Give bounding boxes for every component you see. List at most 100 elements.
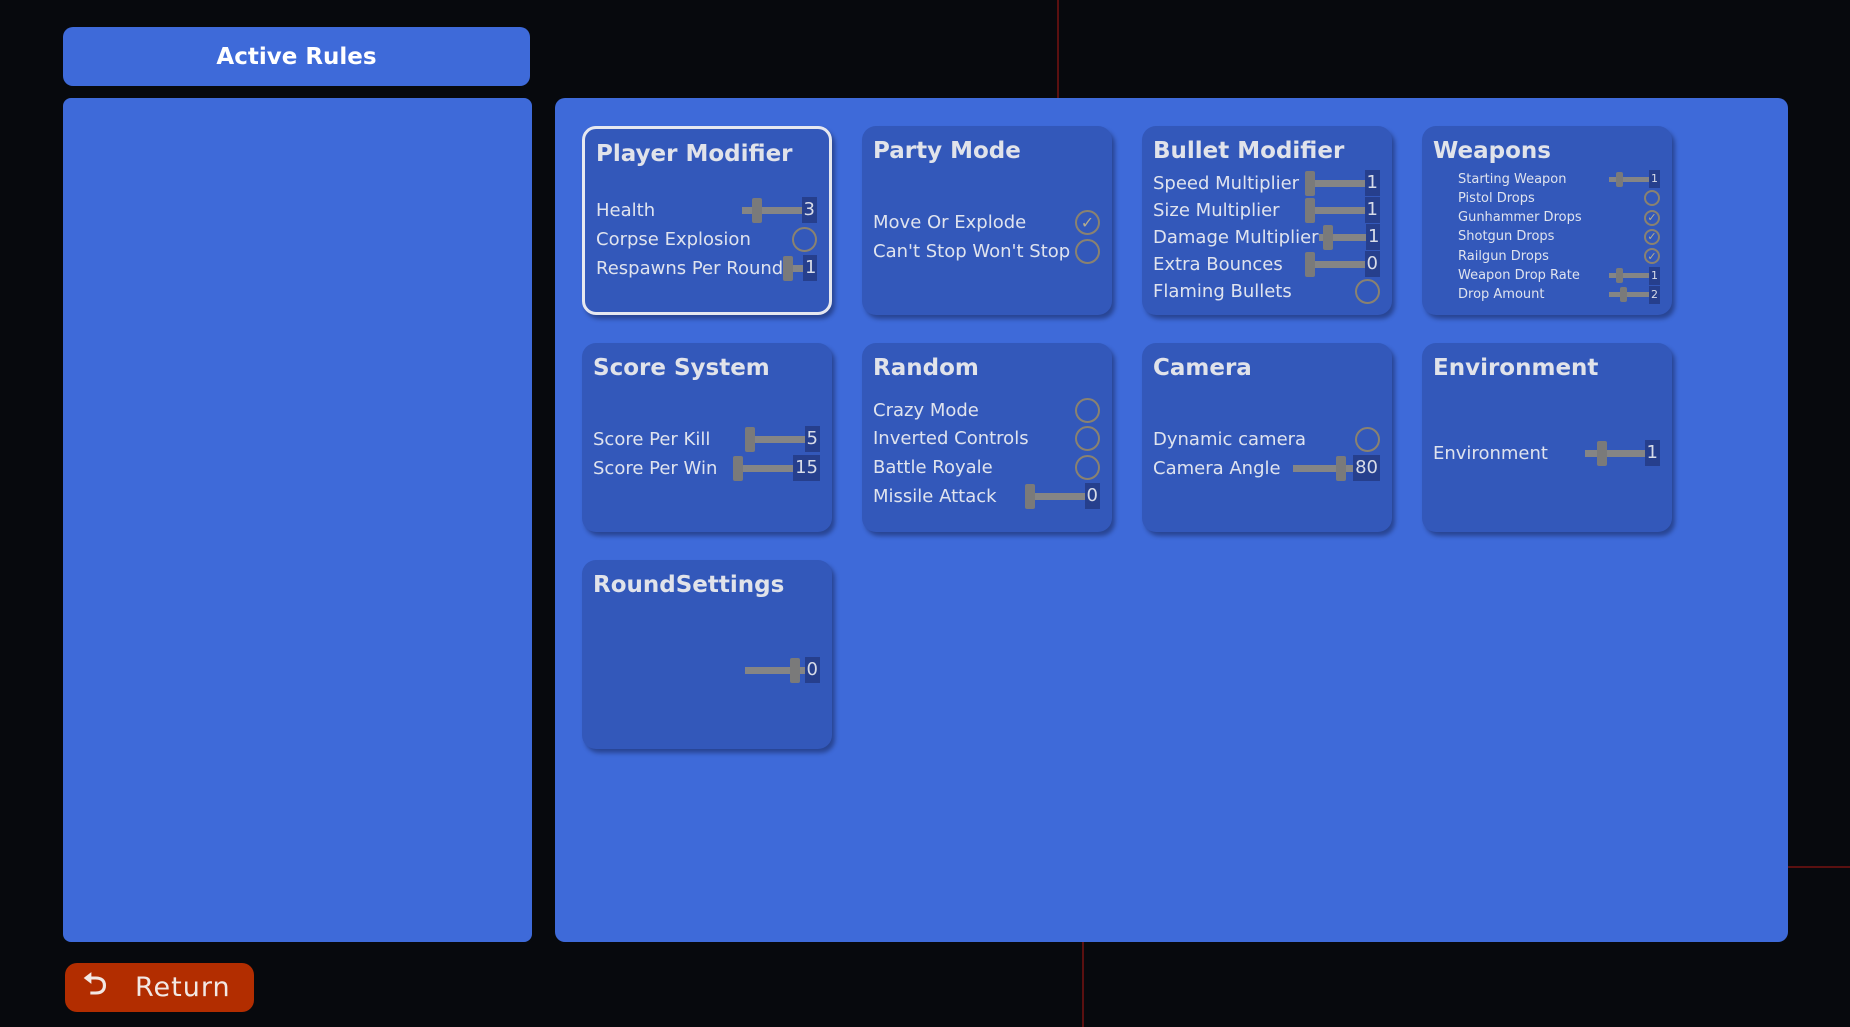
slider-value: 3 (801, 197, 817, 223)
rule-row-score-per-win: Score Per Win 15 (593, 455, 820, 481)
rule-label: Score Per Kill (593, 428, 711, 450)
rule-row-score-per-kill: Score Per Kill 5 (593, 426, 820, 452)
rule-card-score-system[interactable]: Score System Score Per Kill 5 Score Per Win… (582, 343, 832, 532)
rule-label: Respawns Per Round (596, 257, 784, 279)
value-slider[interactable] (783, 255, 803, 281)
value-slider[interactable] (1304, 170, 1365, 196)
slider-value: 1 (803, 255, 817, 281)
rule-label: Dynamic camera (1153, 428, 1307, 450)
rule-label: Weapon Drop Rate (1458, 268, 1580, 283)
slider-handle[interactable] (1597, 440, 1608, 466)
rule-card-party-mode[interactable]: Party Mode Move Or Explode ✓ Can't Stop Won… (862, 126, 1112, 315)
slider-handle[interactable] (1620, 287, 1628, 303)
rule-row-flaming-bullets: Flaming Bullets (1153, 278, 1380, 304)
rule-card-bullet-modifier[interactable]: Bullet Modifier Speed Multiplier 1 Size Mul… (1142, 126, 1392, 315)
rule-label: Size Multiplier (1153, 199, 1280, 221)
slider-value: 80 (1353, 455, 1380, 481)
rule-label: Environment (1433, 442, 1548, 464)
slider-value: 0 (804, 657, 820, 683)
value-slider[interactable] (1293, 455, 1354, 481)
value-slider[interactable] (1609, 171, 1649, 187)
rule-label: Can't Stop Won't Stop (873, 240, 1071, 262)
slider-value: 1 (1364, 170, 1380, 196)
rule-label: Camera Angle (1153, 457, 1281, 479)
rule-row-speed-multiplier: Speed Multiplier 1 (1153, 170, 1380, 196)
rule-label: Damage Multiplier (1153, 226, 1319, 248)
slider-value: 0 (1364, 251, 1380, 277)
slider-handle[interactable] (1336, 455, 1347, 481)
slider-handle[interactable] (744, 426, 755, 452)
rule-row-extra-bounces: Extra Bounces 0 (1153, 251, 1380, 277)
value-slider[interactable] (1318, 224, 1366, 250)
slider-handle[interactable] (790, 657, 801, 683)
value-slider[interactable] (1609, 268, 1649, 283)
rule-label: Flaming Bullets (1153, 280, 1292, 302)
checkmark-icon: ✓ (1647, 249, 1657, 263)
card-title: Bullet Modifier (1153, 138, 1345, 164)
rule-label: Battle Royale (873, 456, 993, 478)
rule-row-move-or-explode: Move Or Explode ✓ (873, 209, 1100, 235)
value-slider[interactable] (1609, 287, 1649, 303)
slider-value: 1 (1644, 440, 1660, 466)
value-slider[interactable] (744, 426, 805, 452)
rule-label: Crazy Mode (873, 399, 979, 421)
rule-card-roundsettings[interactable]: RoundSettings 0 (582, 560, 832, 749)
slider-handle[interactable] (1024, 483, 1035, 509)
value-slider[interactable] (1024, 483, 1085, 509)
checked-toggle[interactable]: ✓ (1075, 209, 1100, 235)
rule-label: Missile Attack (873, 485, 997, 507)
slider-value: 1 (1364, 197, 1380, 223)
rule-label: Speed Multiplier (1153, 172, 1300, 194)
card-title: Weapons (1433, 138, 1551, 164)
value-slider[interactable] (741, 197, 802, 223)
slider-handle[interactable] (733, 455, 744, 481)
rule-card-player-modifier[interactable]: Player Modifier Health 3 Corpse Explosion Re… (582, 126, 832, 315)
value-slider[interactable] (744, 657, 805, 683)
slider-value: 0 (1084, 483, 1100, 510)
unchecked-toggle[interactable] (1075, 454, 1100, 480)
rule-row-corpse-explosion: Corpse Explosion (596, 226, 817, 252)
card-title: Random (873, 355, 979, 381)
value-slider[interactable] (1304, 197, 1365, 223)
value-slider[interactable] (1584, 440, 1645, 466)
slider-handle[interactable] (1304, 251, 1315, 277)
return-button[interactable]: ⮌ Return (65, 963, 254, 1012)
unchecked-toggle[interactable] (1355, 426, 1380, 452)
rule-label: Railgun Drops (1458, 248, 1549, 264)
rule-label: Drop Amount (1458, 287, 1545, 303)
slider-handle[interactable] (751, 197, 762, 223)
unchecked-toggle[interactable] (1075, 397, 1100, 423)
rule-card-camera[interactable]: Camera Dynamic camera Camera Angle 80 (1142, 343, 1392, 532)
rule-row-battle-royale: Battle Royale (873, 454, 1100, 480)
rule-card-random[interactable]: Random Crazy Mode Inverted Controls Battle … (862, 343, 1112, 532)
rule-card-environment[interactable]: Environment Environment 1 (1422, 343, 1672, 532)
background-line (1057, 0, 1059, 98)
active-rules-header: Active Rules (63, 27, 530, 86)
slider-handle[interactable] (1615, 268, 1623, 283)
card-title: RoundSettings (593, 572, 785, 598)
rule-row-size-multiplier: Size Multiplier 1 (1153, 197, 1380, 223)
slider-handle[interactable] (783, 255, 794, 281)
rule-row-crazy-mode: Crazy Mode (873, 397, 1100, 423)
rule-label: Extra Bounces (1153, 253, 1283, 275)
rule-row-damage-multiplier: Damage Multiplier 1 (1153, 224, 1380, 250)
rule-row-environment: Environment 1 (1433, 440, 1660, 466)
unchecked-toggle[interactable] (1075, 426, 1100, 452)
background-line (1082, 942, 1084, 1027)
rule-label: Starting Weapon (1458, 171, 1567, 187)
background-line (1788, 866, 1850, 868)
unchecked-toggle[interactable] (792, 226, 817, 252)
rule-row-health: Health 3 (596, 197, 817, 223)
card-title: Camera (1153, 355, 1252, 381)
slider-handle[interactable] (1304, 170, 1315, 196)
value-slider[interactable] (733, 455, 794, 481)
slider-handle[interactable] (1322, 224, 1333, 250)
rule-card-weapons[interactable]: Weapons Starting Weapon 1 Pistol Drops Gunha… (1422, 126, 1672, 315)
return-arrow-icon: ⮌ (82, 967, 108, 1002)
unchecked-toggle[interactable] (1355, 278, 1380, 304)
unchecked-toggle[interactable] (1075, 238, 1100, 264)
value-slider[interactable] (1304, 251, 1365, 277)
slider-handle[interactable] (1304, 197, 1315, 223)
slider-handle[interactable] (1615, 171, 1623, 187)
slider-value: 15 (793, 455, 820, 481)
